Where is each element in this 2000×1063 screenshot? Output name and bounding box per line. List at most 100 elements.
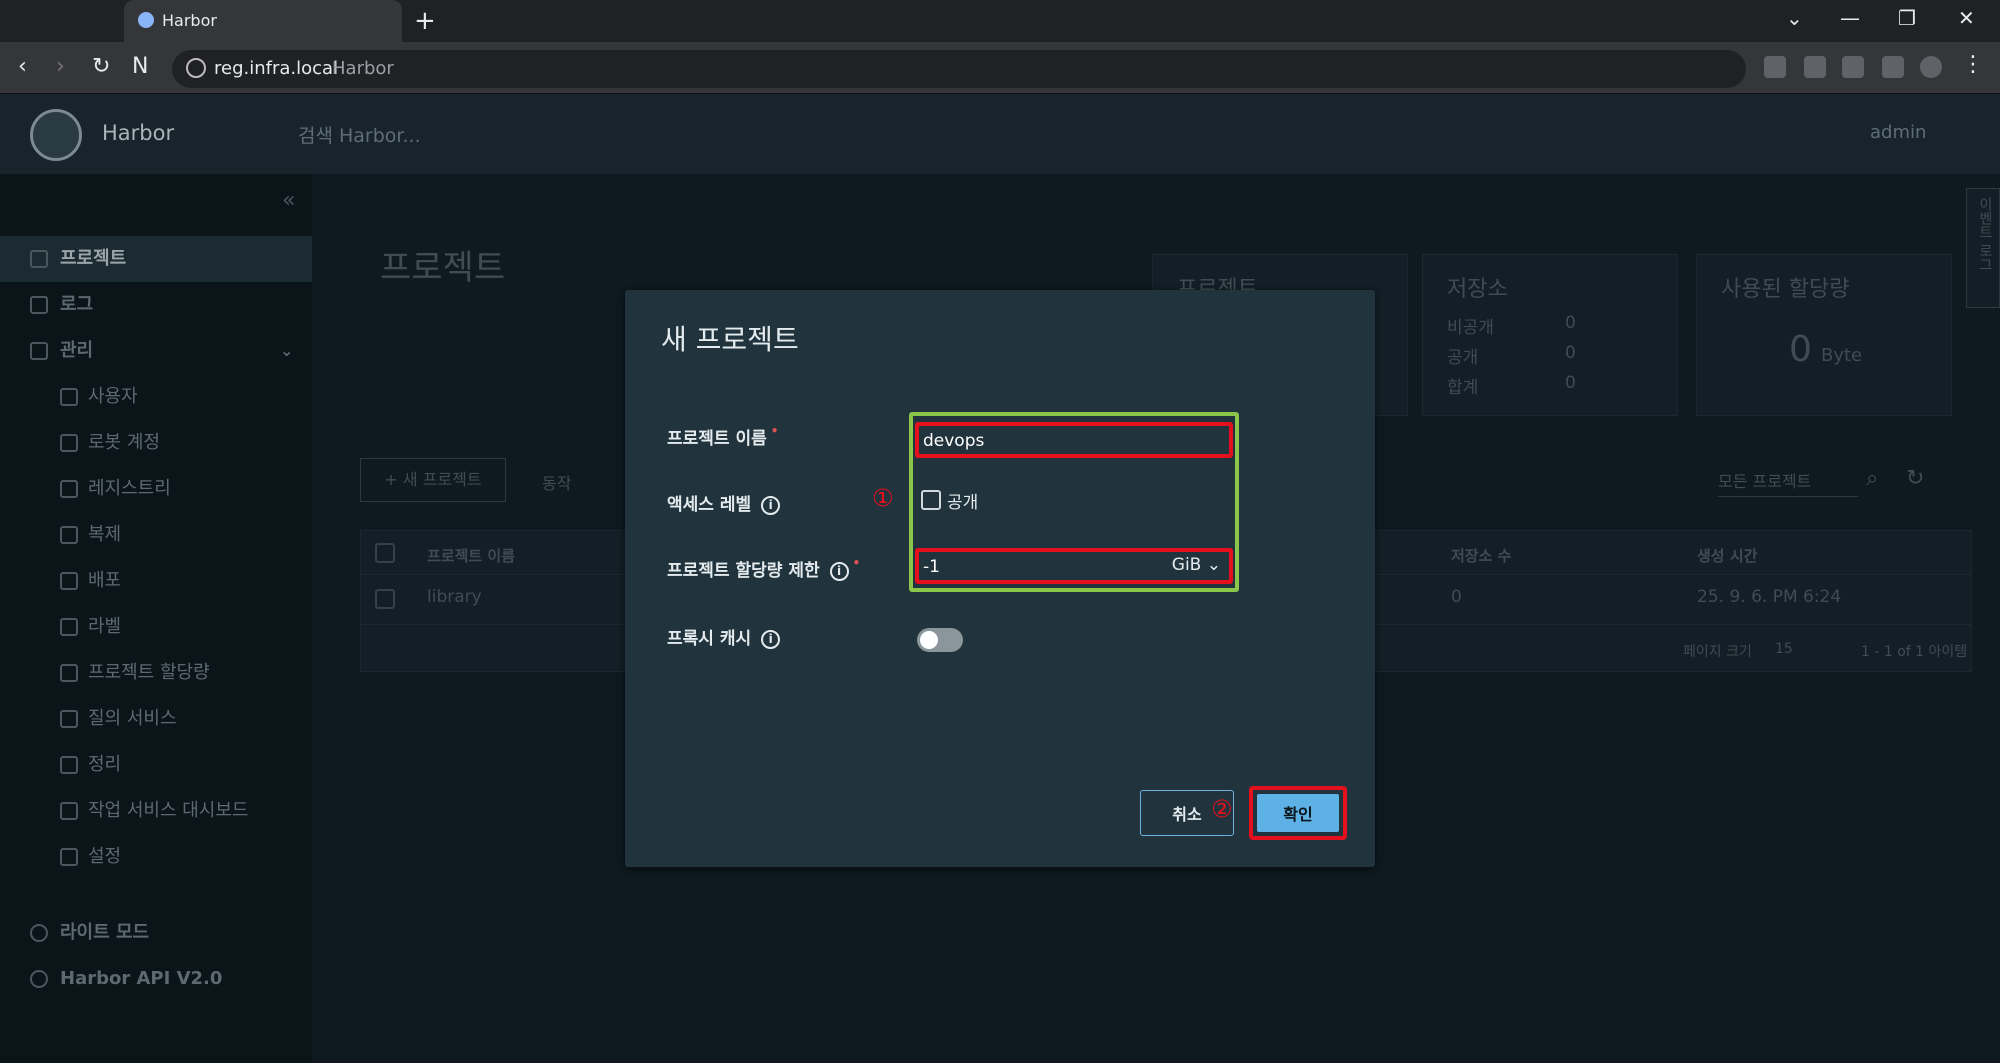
sidebar-item-logs[interactable]: 로그 [0,282,312,328]
project-name-link[interactable]: library [427,587,482,607]
minimize-icon[interactable]: — [1840,6,1860,30]
refresh-icon[interactable]: ↻ [1906,466,1924,491]
users-icon [60,388,78,406]
sidebar-item-registries[interactable]: 레지스트리 [0,466,312,512]
sidebar-item-job-dashboard[interactable]: 작업 서비스 대시보드 [0,788,312,834]
sidebar-item-robot-accounts[interactable]: 로봇 계정 [0,420,312,466]
notion-icon[interactable]: N [132,54,148,79]
access-level-label: 액세스 레벨 i [667,490,781,515]
page-title: 프로젝트 [380,248,506,288]
browser-tab-bar: Harbor + ⌄ — ❐ ✕ [0,0,2000,42]
ok-button[interactable]: 확인 [1257,794,1339,832]
harbor-logo[interactable] [30,109,82,161]
new-project-modal: 새 프로젝트 프로젝트 이름 • 액세스 레벨 i 프로젝트 할당량 제한 i• 프록… [625,290,1375,867]
creation-time: 25. 9. 6. PM 6:24 [1697,587,1842,607]
search-icon[interactable]: ⌕ [1866,466,1878,491]
sidepanel-icon[interactable] [1882,56,1904,78]
brand-name[interactable]: Harbor [102,121,174,145]
page-size-label: 페이지 크기 [1683,644,1752,660]
event-log-tab[interactable]: 이벤트 로그 [1966,188,2000,308]
back-icon[interactable]: ‹ [18,54,27,79]
admin-icon [30,342,48,360]
quota-limit-label: 프로젝트 할당량 제한 i• [667,556,861,581]
puzzle-icon[interactable] [1804,56,1826,78]
dashboard-icon [60,802,78,820]
light-mode-toggle[interactable]: 라이트 모드 [0,910,312,956]
restore-icon[interactable]: ❐ [1898,6,1916,30]
address-bar[interactable]: reg.infra.local Harbor [172,50,1746,88]
required-marker: • [770,424,779,438]
forward-icon[interactable]: › [56,54,65,79]
replication-icon [60,526,78,544]
info-icon[interactable]: i [761,629,781,649]
info-icon[interactable]: i [761,495,781,515]
sidebar-item-projects[interactable]: 프로젝트 [0,236,312,282]
sidebar-item-interrogation[interactable]: 질의 서비스 [0,696,312,742]
chevron-down-icon: ⌄ [1206,555,1221,575]
profile-avatar[interactable] [1920,56,1942,78]
sidebar-item-labels[interactable]: 라벨 [0,604,312,650]
logs-icon [30,296,48,314]
close-window-icon[interactable]: ✕ [1958,6,1975,30]
collapse-sidebar-icon[interactable]: « [282,188,295,213]
sidebar-item-settings[interactable]: 설정 [0,834,312,880]
harbor-api-link[interactable]: Harbor API V2.0 [0,956,312,1002]
project-name-field [915,422,1233,458]
project-filter-select[interactable]: 모든 프로젝트 [1718,468,1858,497]
user-menu[interactable]: admin [1870,122,1926,143]
proxy-cache-toggle[interactable] [917,628,963,652]
interrogation-icon [60,710,78,728]
robot-icon [60,434,78,452]
row-checkbox[interactable] [375,589,395,609]
url-title: Harbor [332,58,394,79]
sidebar-item-admin[interactable]: 관리 ⌄ [0,328,312,374]
public-checkbox[interactable] [921,490,941,510]
column-header-repo-count[interactable]: 저장소 수 [1451,545,1511,566]
sidebar-item-project-quotas[interactable]: 프로젝트 할당량 [0,650,312,696]
sidebar-item-users[interactable]: 사용자 [0,374,312,420]
highlight-box-red: 확인 [1249,786,1347,840]
annotation-step-1: ① [872,484,894,512]
new-project-button[interactable]: + 새 프로젝트 [360,458,506,502]
url-host: reg.infra.local [214,58,339,79]
site-info-icon[interactable] [186,58,206,78]
required-marker: • [852,556,861,570]
sidebar-item-replication[interactable]: 복제 [0,512,312,558]
harbor-header: Harbor 검색 Harbor... admin [0,94,2000,174]
column-header-name[interactable]: 프로젝트 이름 [427,545,515,566]
public-label: 공개 [947,493,979,513]
quota-used-unit: Byte [1821,345,1863,366]
project-name-input[interactable] [923,430,1223,452]
screenshot-icon[interactable] [1842,56,1864,78]
reload-icon[interactable]: ↻ [92,54,110,79]
new-tab-icon[interactable]: + [414,6,436,36]
column-header-created[interactable]: 생성 시간 [1697,545,1757,566]
sidebar: « 프로젝트 로그 관리 ⌄ 사용자 로봇 계정 레지스트리 복제 배포 라벨 프… [0,174,312,1063]
annotation-step-2: ② [1211,795,1233,823]
action-dropdown[interactable]: 동작 [542,470,571,494]
quota-input[interactable] [923,556,1103,578]
toggle-knob [920,631,938,649]
extension-icon[interactable] [1764,56,1786,78]
harbor-favicon-icon [138,12,154,28]
settings-icon [60,848,78,866]
api-icon [30,970,48,988]
sidebar-item-distribution[interactable]: 배포 [0,558,312,604]
page-size-select[interactable]: 15 [1775,641,1793,657]
sidebar-item-cleanup[interactable]: 정리 [0,742,312,788]
menu-icon[interactable]: ⋮ [1962,52,1984,77]
sun-icon [30,924,48,942]
select-all-checkbox[interactable] [375,543,395,563]
proxy-cache-label: 프록시 캐시 i [667,624,781,649]
quota-icon [60,664,78,682]
pagination-info: 1 - 1 of 1 아이템 [1861,644,1968,660]
quota-unit-select[interactable]: GiB ⌄ [1172,555,1221,575]
browser-tab[interactable]: Harbor [124,0,402,42]
cleanup-icon [60,756,78,774]
tab-search-icon[interactable]: ⌄ [1786,6,1803,30]
repositories-card: 저장소 비공개 0 공개 0 합계 0 [1422,254,1678,416]
chevron-down-icon: ⌄ [280,341,294,360]
quota-used-value: 0 [1789,329,1812,370]
global-search-input[interactable]: 검색 Harbor... [298,121,421,148]
info-icon[interactable]: i [829,561,849,581]
